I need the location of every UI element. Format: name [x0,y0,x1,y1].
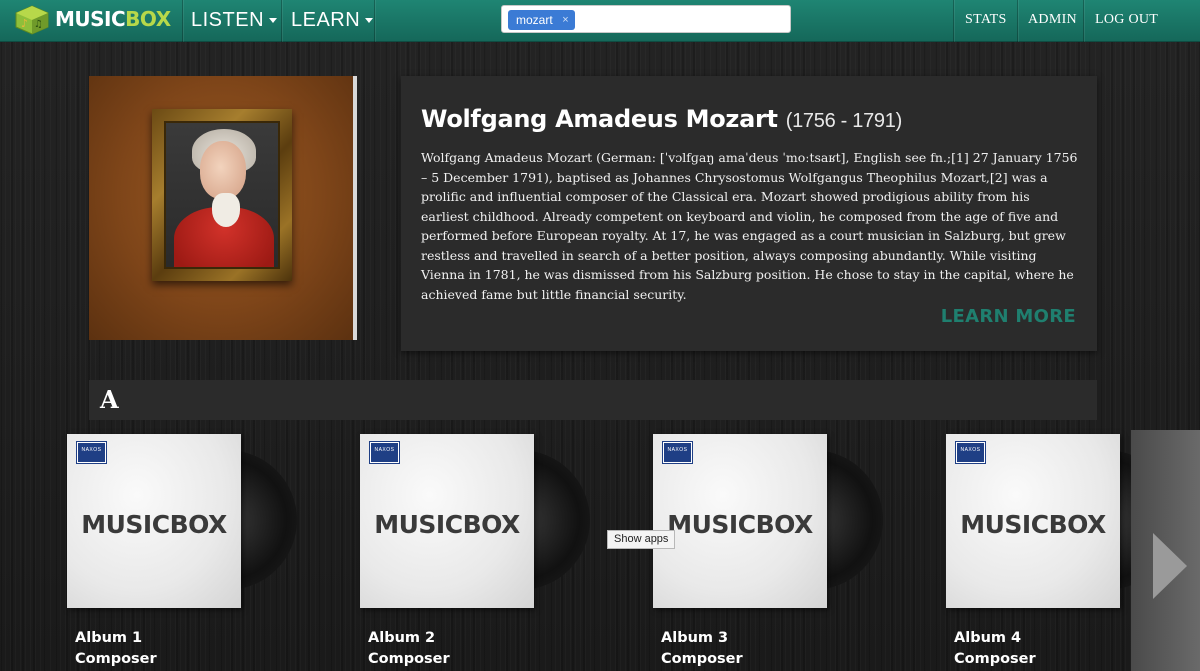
svg-text:♫: ♫ [34,19,43,30]
search-tag: mozart × [508,10,575,30]
composer-portrait [89,76,357,340]
album-composer: Composer [954,651,1036,667]
composer-bio-card: Wolfgang Amadeus Mozart (1756 - 1791) Wo… [401,76,1097,351]
search-input[interactable]: mozart × [501,5,791,33]
album-cover-label: MUSICBOX [667,510,813,539]
album-title[interactable]: Album 3 [661,630,728,646]
album-cover-label: MUSICBOX [374,510,520,539]
nav-divider [1083,0,1084,42]
app-logo[interactable]: ♪ ♫ MUSICBOX [15,4,171,36]
caret-down-icon [365,18,374,24]
musicbox-cube-icon: ♪ ♫ [15,5,49,35]
album-card[interactable]: NAXOS MUSICBOX Album 2 Composer [360,434,590,671]
label-badge: NAXOS [76,441,107,464]
album-composer: Composer [75,651,157,667]
label-badge: NAXOS [369,441,400,464]
tooltip: Show apps [607,530,676,549]
album-cover-label: MUSICBOX [81,510,227,539]
nav-learn-label: LEARN [291,9,361,31]
nav-divider [182,0,183,42]
album-title[interactable]: Album 4 [954,630,1021,646]
composer-bio-text: Wolfgang Amadeus Mozart (German: [ˈvɔlfɡ… [421,150,1078,302]
carousel-next-button[interactable] [1131,430,1200,671]
composer-years: (1756 - 1791) [785,110,902,132]
painting-cravat [212,193,240,227]
section-letter: A [100,385,119,414]
search-tag-label: mozart [516,13,553,27]
chevron-right-icon [1153,533,1187,599]
album-card[interactable]: NAXOS MUSICBOX Album 1 Composer [67,434,297,671]
painting-face [200,141,246,199]
nav-learn-menu[interactable]: LEARN [291,0,374,42]
album-composer: Composer [368,651,450,667]
composer-name-heading: Wolfgang Amadeus Mozart (1756 - 1791) [421,105,902,133]
portrait-frame [152,109,292,281]
nav-divider [374,0,375,42]
album-card[interactable]: NAXOS MUSICBOX Album 3 Composer [653,434,883,671]
svg-text:♪: ♪ [21,17,28,30]
nav-admin-link[interactable]: ADMIN [1028,0,1077,42]
tag-remove-icon[interactable]: × [562,10,568,30]
learn-more-link[interactable]: LEARN MORE [941,306,1076,327]
section-header: A [89,380,1097,420]
album-cover[interactable]: NAXOS MUSICBOX [653,434,827,608]
nav-divider [953,0,954,42]
nav-listen-label: LISTEN [191,9,265,31]
nav-stats-link[interactable]: STATS [965,0,1007,42]
album-title[interactable]: Album 1 [75,630,142,646]
album-card[interactable]: NAXOS MUSICBOX Album 4 Composer [946,434,1176,671]
caret-down-icon [269,18,278,24]
nav-listen-menu[interactable]: LISTEN [191,0,278,42]
album-cover-label: MUSICBOX [960,510,1106,539]
top-navbar: ♪ ♫ MUSICBOX LISTEN LEARN mozart × STATS… [0,0,1200,42]
logo-wordmark: MUSICBOX [55,7,171,31]
portrait-painting [164,121,280,269]
composer-name: Wolfgang Amadeus Mozart [421,105,778,133]
album-title[interactable]: Album 2 [368,630,435,646]
album-cover[interactable]: NAXOS MUSICBOX [67,434,241,608]
label-badge: NAXOS [955,441,986,464]
album-cover[interactable]: NAXOS MUSICBOX [360,434,534,608]
nav-logout-link[interactable]: LOG OUT [1095,0,1158,42]
nav-divider [281,0,282,42]
nav-divider [1017,0,1018,42]
album-composer: Composer [661,651,743,667]
label-badge: NAXOS [662,441,693,464]
album-cover[interactable]: NAXOS MUSICBOX [946,434,1120,608]
